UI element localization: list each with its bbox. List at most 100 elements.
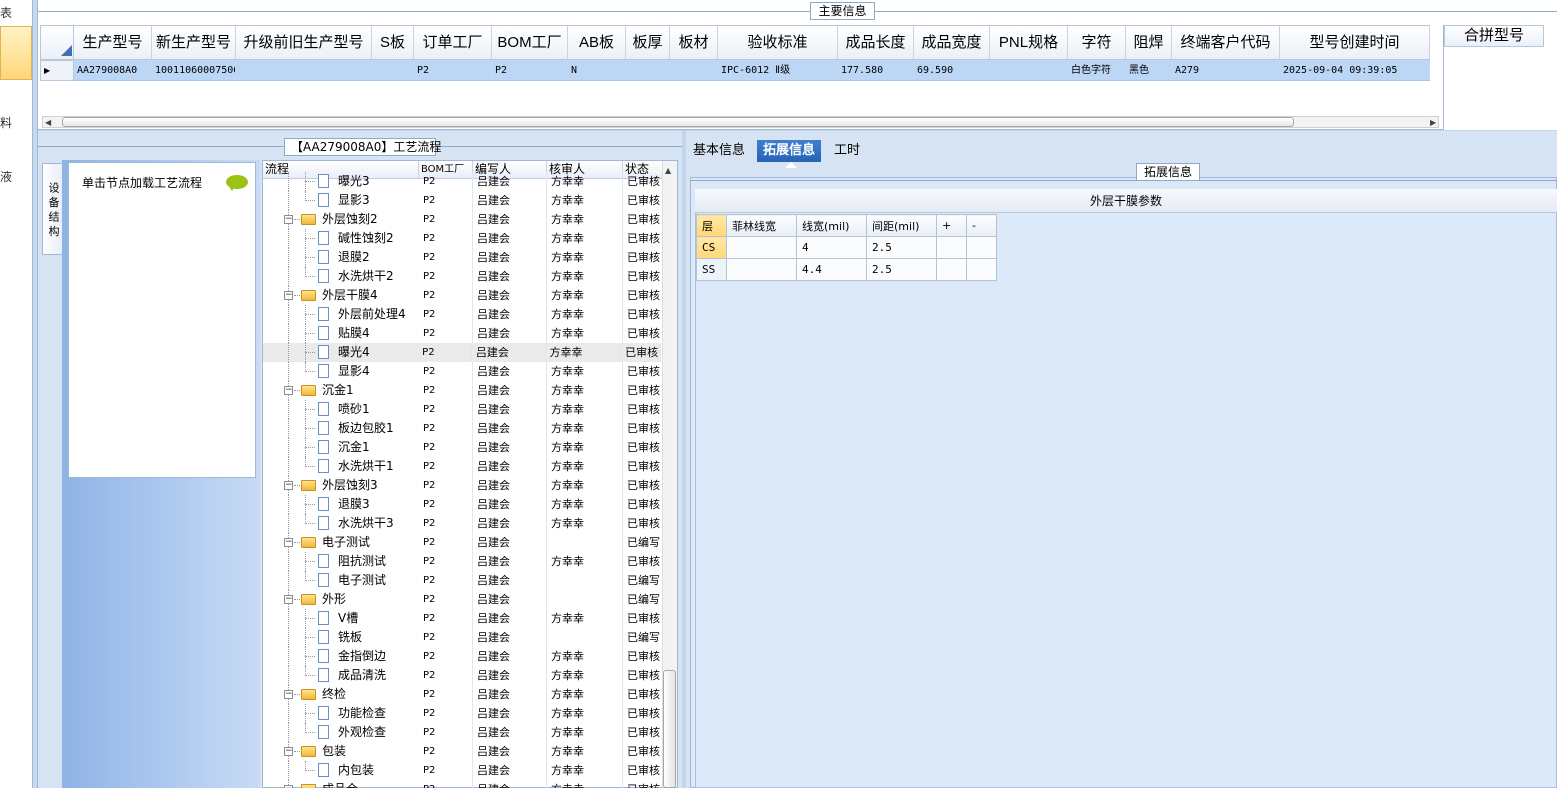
tree-node[interactable]: − 沉金1 bbox=[263, 381, 419, 400]
grid-cell[interactable]: AA279008A0 bbox=[74, 60, 152, 80]
grid-cell[interactable]: 69.590 bbox=[914, 60, 990, 80]
param-cell[interactable] bbox=[966, 258, 997, 281]
column-header[interactable]: 成品宽度 bbox=[914, 26, 990, 59]
grid-cell[interactable]: A279 bbox=[1172, 60, 1280, 80]
tree-row[interactable]: V槽 P2 吕建会 方幸幸 已审核 bbox=[263, 609, 663, 628]
tree-node[interactable]: 水洗烘干2 bbox=[263, 267, 419, 286]
tree-row[interactable]: 退膜2 P2 吕建会 方幸幸 已审核 bbox=[263, 248, 663, 267]
param-cell[interactable]: 2.5 bbox=[866, 236, 937, 259]
param-cell[interactable]: 4 bbox=[796, 236, 867, 259]
tree-row[interactable]: 功能检查 P2 吕建会 方幸幸 已审核 bbox=[263, 704, 663, 723]
collapse-icon[interactable]: − bbox=[284, 291, 293, 300]
grid-cell[interactable]: 白色字符 bbox=[1068, 60, 1126, 80]
tree-row[interactable]: 曝光3 P2 吕建会 方幸幸 已审核 bbox=[263, 172, 663, 191]
tree-node[interactable]: 喷砂1 bbox=[263, 400, 419, 419]
grid-cell[interactable]: 10011060007506 bbox=[152, 60, 236, 80]
tree-row[interactable]: 电子测试 P2 吕建会 已编写 bbox=[263, 571, 663, 590]
tree-row[interactable]: 曝光4 P2 吕建会 方幸幸 已审核 bbox=[263, 343, 661, 362]
tree-node[interactable]: 显影4 bbox=[263, 362, 419, 381]
tree-row[interactable]: − 终检 P2 吕建会 方幸幸 已审核 bbox=[263, 685, 663, 704]
nav-selected-item[interactable] bbox=[0, 26, 32, 80]
column-header[interactable]: S板 bbox=[372, 26, 414, 59]
grid-cell[interactable] bbox=[236, 60, 372, 80]
tree-row[interactable]: 阻抗测试 P2 吕建会 方幸幸 已审核 bbox=[263, 552, 663, 571]
add-column-button[interactable]: + bbox=[936, 214, 967, 237]
param-cell[interactable]: 2.5 bbox=[866, 258, 937, 281]
collapse-icon[interactable]: − bbox=[284, 538, 293, 547]
tree-node[interactable]: 外层前处理4 bbox=[263, 305, 419, 324]
tree-node[interactable]: − 终检 bbox=[263, 685, 419, 704]
param-row[interactable]: CS 4 2.5 bbox=[696, 236, 997, 259]
nav-item-2[interactable]: 料 bbox=[0, 114, 12, 131]
column-header[interactable]: 成品长度 bbox=[838, 26, 914, 59]
layer-cell[interactable]: SS bbox=[696, 258, 727, 281]
tree-node[interactable]: 板边包胶1 bbox=[263, 419, 419, 438]
grid-cell[interactable] bbox=[990, 60, 1068, 80]
tab-work-hours[interactable]: 工时 bbox=[828, 140, 866, 162]
grid-cell[interactable]: 177.580 bbox=[838, 60, 914, 80]
scroll-up-icon[interactable]: ▲ bbox=[665, 166, 671, 175]
tree-row[interactable]: 成品清洗 P2 吕建会 方幸幸 已审核 bbox=[263, 666, 663, 685]
collapse-icon[interactable]: − bbox=[284, 690, 293, 699]
param-cell[interactable] bbox=[936, 258, 967, 281]
flow-hint-box[interactable] bbox=[68, 162, 256, 478]
tree-node[interactable]: − 包装 bbox=[263, 742, 419, 761]
param-row[interactable]: SS 4.4 2.5 bbox=[696, 258, 997, 281]
nav-item-1[interactable]: 表 bbox=[0, 4, 12, 21]
tree-node[interactable]: 外观检查 bbox=[263, 723, 419, 742]
tree-node[interactable]: 成品清洗 bbox=[263, 666, 419, 685]
param-cell[interactable] bbox=[936, 236, 967, 259]
tree-node[interactable]: − 电子测试 bbox=[263, 533, 419, 552]
tree-node[interactable]: − 外层蚀刻3 bbox=[263, 476, 419, 495]
tree-row[interactable]: − 沉金1 P2 吕建会 方幸幸 已审核 bbox=[263, 381, 663, 400]
tree-node[interactable]: − 外层蚀刻2 bbox=[263, 210, 419, 229]
tree-row[interactable]: − 外层蚀刻2 P2 吕建会 方幸幸 已审核 bbox=[263, 210, 663, 229]
column-header[interactable]: 新生产型号 bbox=[152, 26, 236, 59]
column-header[interactable]: BOM工厂 bbox=[492, 26, 568, 59]
tree-row[interactable]: − 外层蚀刻3 P2 吕建会 方幸幸 已审核 bbox=[263, 476, 663, 495]
tree-node[interactable]: 金指倒边 bbox=[263, 647, 419, 666]
main-grid-row[interactable]: AA279008A0 10011060007506 P2 P2 N IPC-6012 Ⅱ级… bbox=[74, 60, 1430, 81]
grid-cell[interactable]: N bbox=[568, 60, 626, 80]
column-header[interactable]: 验收标准 bbox=[718, 26, 838, 59]
param-cell[interactable] bbox=[726, 258, 797, 281]
grid-cell[interactable]: 黑色 bbox=[1126, 60, 1172, 80]
tree-node[interactable]: 沉金1 bbox=[263, 438, 419, 457]
column-header[interactable]: PNL规格 bbox=[990, 26, 1068, 59]
remove-column-button[interactable]: - bbox=[966, 214, 997, 237]
grid-cell[interactable] bbox=[670, 60, 718, 80]
tree-node[interactable]: 曝光3 bbox=[263, 172, 419, 191]
grid-cell[interactable]: 2025-09-04 09:39:05 bbox=[1280, 60, 1430, 80]
main-grid-hscroll-thumb[interactable] bbox=[62, 117, 1294, 127]
tree-node[interactable]: 电子测试 bbox=[263, 571, 419, 590]
collapse-icon[interactable]: − bbox=[284, 747, 293, 756]
tree-row[interactable]: 水洗烘干2 P2 吕建会 方幸幸 已审核 bbox=[263, 267, 663, 286]
tree-row[interactable]: 内包装 P2 吕建会 方幸幸 已审核 bbox=[263, 761, 663, 780]
tree-row[interactable]: 水洗烘干3 P2 吕建会 方幸幸 已审核 bbox=[263, 514, 663, 533]
collapse-icon[interactable]: − bbox=[284, 215, 293, 224]
column-header[interactable]: 订单工厂 bbox=[414, 26, 492, 59]
tree-node[interactable]: − 外形 bbox=[263, 590, 419, 609]
tree-node[interactable]: 退膜3 bbox=[263, 495, 419, 514]
tree-row[interactable]: 显影3 P2 吕建会 方幸幸 已审核 bbox=[263, 191, 663, 210]
param-cell[interactable]: 4.4 bbox=[796, 258, 867, 281]
tree-row[interactable]: 退膜3 P2 吕建会 方幸幸 已审核 bbox=[263, 495, 663, 514]
tree-node[interactable]: 水洗烘干1 bbox=[263, 457, 419, 476]
tree-node[interactable]: 铣板 bbox=[263, 628, 419, 647]
tree-row[interactable]: 碱性蚀刻2 P2 吕建会 方幸幸 已审核 bbox=[263, 229, 663, 248]
tree-row[interactable]: 沉金1 P2 吕建会 方幸幸 已审核 bbox=[263, 438, 663, 457]
tree-row[interactable]: 外观检查 P2 吕建会 方幸幸 已审核 bbox=[263, 723, 663, 742]
tree-row[interactable]: 外层前处理4 P2 吕建会 方幸幸 已审核 bbox=[263, 305, 663, 324]
tree-node[interactable]: 内包装 bbox=[263, 761, 419, 780]
tab-basic-info[interactable]: 基本信息 bbox=[687, 140, 751, 162]
column-header[interactable]: 板材 bbox=[670, 26, 718, 59]
tree-node[interactable]: 显影3 bbox=[263, 191, 419, 210]
tree-row[interactable]: 水洗烘干1 P2 吕建会 方幸幸 已审核 bbox=[263, 457, 663, 476]
tree-row[interactable]: −成品仓P2吕建会方幸幸已审核 bbox=[263, 780, 663, 788]
tree-row[interactable]: 喷砂1 P2 吕建会 方幸幸 已审核 bbox=[263, 400, 663, 419]
column-header[interactable]: AB板 bbox=[568, 26, 626, 59]
merge-model-header[interactable]: 合拼型号 bbox=[1444, 25, 1544, 47]
collapse-icon[interactable]: − bbox=[284, 595, 293, 604]
tree-row[interactable]: − 包装 P2 吕建会 方幸幸 已审核 bbox=[263, 742, 663, 761]
grid-corner[interactable] bbox=[40, 25, 74, 60]
